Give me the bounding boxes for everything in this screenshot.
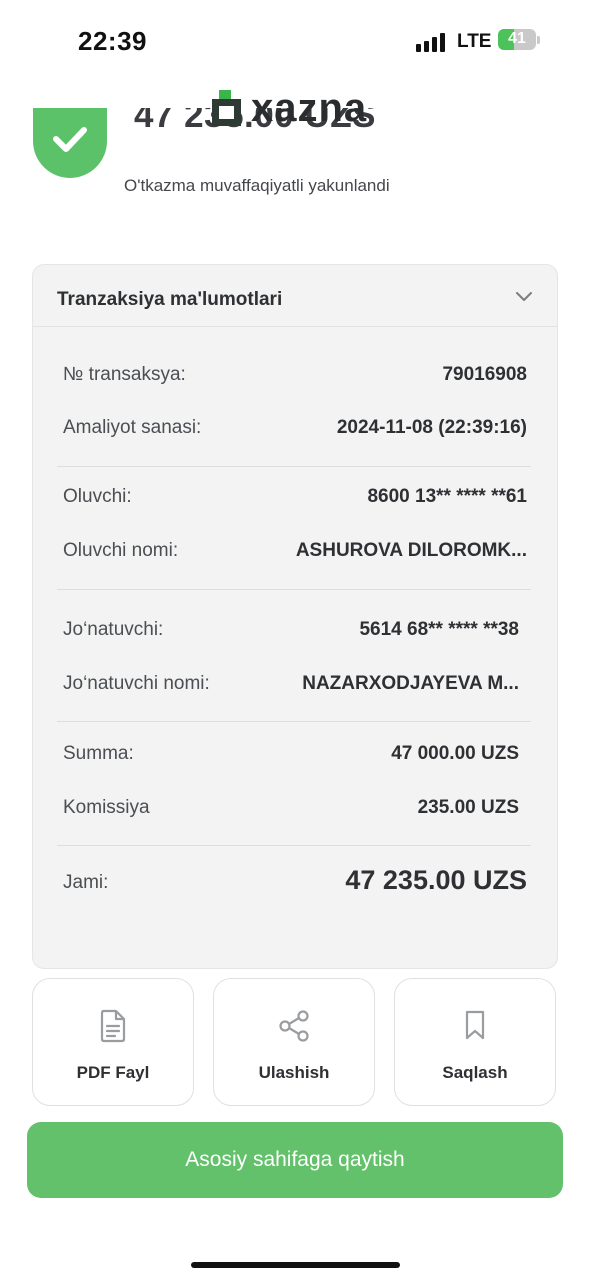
save-label: Saqlash <box>442 1063 508 1082</box>
logo-text: xazna <box>251 86 368 130</box>
sum-label: Summa: <box>63 743 134 764</box>
sender-card-value: 5614 68** **** **38 <box>359 619 519 640</box>
bookmark-icon <box>465 1010 485 1040</box>
date-value: 2024-11-08 (22:39:16) <box>336 417 527 438</box>
logo-mark-icon <box>212 90 241 126</box>
date-label: Amaliyot sanasi: <box>63 417 202 438</box>
transaction-id-label: № transaksya: <box>63 364 186 385</box>
card-header[interactable]: Tranzaksiya ma'lumotlari <box>33 265 557 327</box>
commission-label: Komissiya <box>63 797 150 818</box>
total-value: 47 235.00 UZS <box>345 865 527 895</box>
transaction-details-card: Tranzaksiya ma'lumotlari № transaksya: 7… <box>32 264 558 969</box>
transaction-id-value: 79016908 <box>442 364 527 385</box>
battery-level: 41 <box>508 30 526 47</box>
share-icon <box>279 1010 309 1042</box>
recipient-name-value: ASHUROVA DILOROMK... <box>295 540 527 561</box>
share-button[interactable]: Ulashish <box>213 978 375 1106</box>
pdf-file-button[interactable]: PDF Fayl <box>32 978 194 1106</box>
document-icon <box>100 1009 126 1043</box>
commission-value: 235.00 UZS <box>417 797 519 818</box>
sender-name-value: NAZARXODJAYEVA M... <box>302 673 519 694</box>
return-home-button[interactable]: Asosiy sahifaga qaytish <box>27 1122 563 1198</box>
recipient-label: Oluvchi: <box>63 486 132 507</box>
divider <box>57 589 531 590</box>
save-button[interactable]: Saqlash <box>394 978 556 1106</box>
status-time: 22:39 <box>78 26 147 56</box>
sender-label: Jo‘natuvchi: <box>63 619 164 640</box>
recipient-name-label: Oluvchi nomi: <box>63 540 179 561</box>
status-bar: 22:39 LTE 41 <box>0 0 590 80</box>
success-check-icon <box>33 108 107 178</box>
sender-name-label: Jo‘natuvchi nomi: <box>63 673 210 694</box>
divider <box>57 721 531 722</box>
total-label: Jami: <box>63 872 109 893</box>
share-label: Ulashish <box>258 1063 330 1082</box>
success-message: O'tkazma muvaffaqiyatli yakunlandi <box>124 176 390 195</box>
xazna-logo: xazna <box>212 88 367 128</box>
battery-icon: 41 <box>498 29 536 50</box>
divider <box>57 466 531 467</box>
sum-value: 47 000.00 UZS <box>391 743 519 764</box>
chevron-down-icon[interactable] <box>515 291 533 302</box>
divider <box>57 845 531 846</box>
signal-icon <box>416 30 448 52</box>
pdf-file-label: PDF Fayl <box>76 1063 150 1082</box>
recipient-card-value: 8600 13** **** **61 <box>367 486 527 507</box>
battery-cap <box>537 36 540 44</box>
home-indicator <box>191 1262 400 1268</box>
network-type: LTE <box>457 31 492 52</box>
card-title: Tranzaksiya ma'lumotlari <box>57 289 283 310</box>
